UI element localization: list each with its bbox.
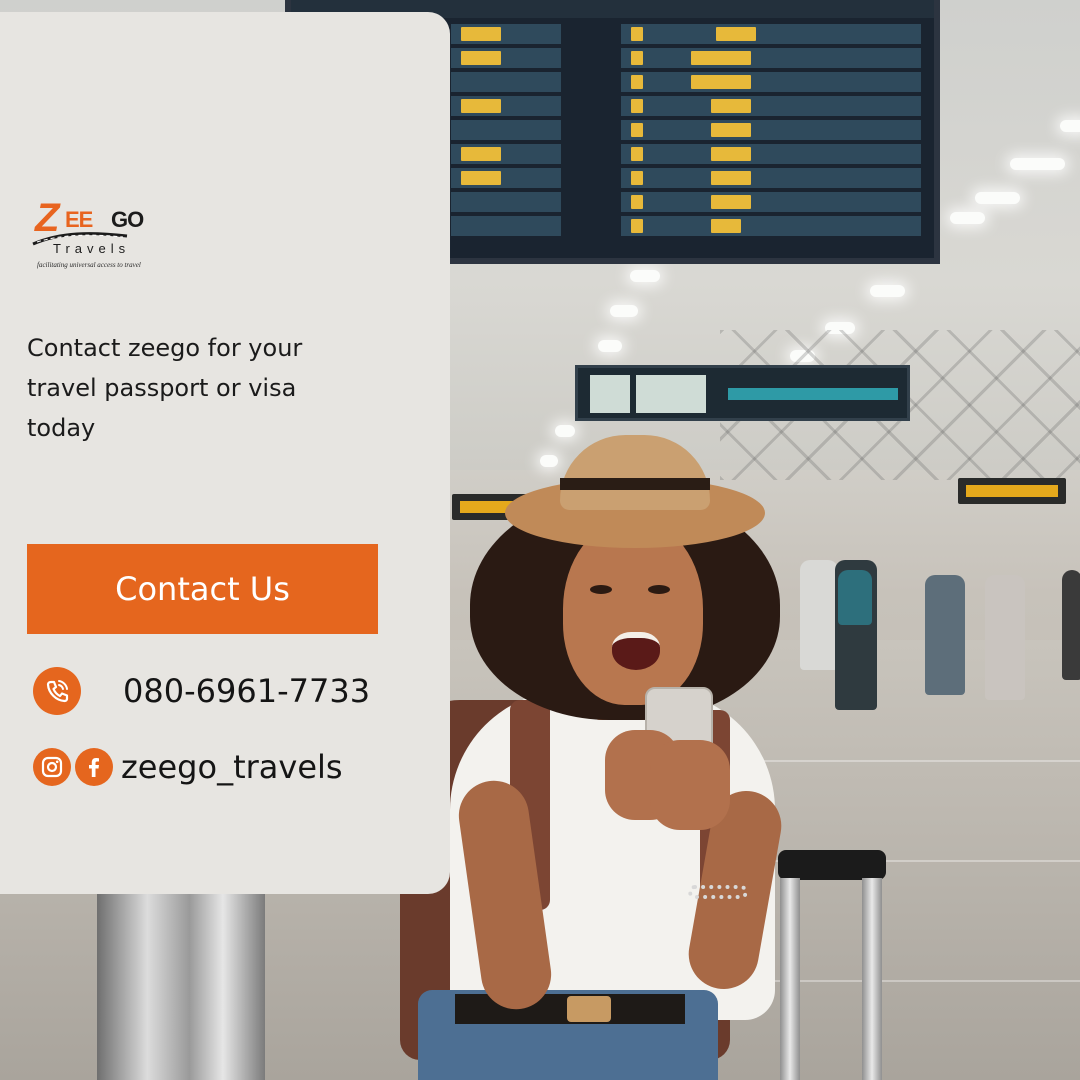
logo-subtitle: Travels [53,241,131,256]
phone-contact[interactable]: 080-6961-7733 [33,667,370,715]
facebook-icon[interactable] [75,748,113,786]
logo-tagline: facilitating universal access to travel [37,261,141,269]
zeego-logo: Z EE GO Travels facilitating universal a… [27,198,167,274]
phone-number: 080-6961-7733 [123,672,371,710]
instagram-icon[interactable] [33,748,71,786]
phone-icon [33,667,81,715]
logo-mid: EE [65,207,93,232]
metal-pillar [97,893,265,1080]
gate-sign [958,478,1066,504]
social-handle: zeego_travels [121,748,343,786]
logo-end: GO [111,207,144,232]
info-card: Z EE GO Travels facilitating universal a… [0,12,450,894]
overhead-sign [575,365,910,421]
social-contact[interactable]: zeego_travels [33,748,343,786]
contact-us-button[interactable]: Contact Us [27,544,378,634]
headline: Contact zeego for your travel passport o… [27,334,303,442]
luggage-handle [778,850,886,1080]
